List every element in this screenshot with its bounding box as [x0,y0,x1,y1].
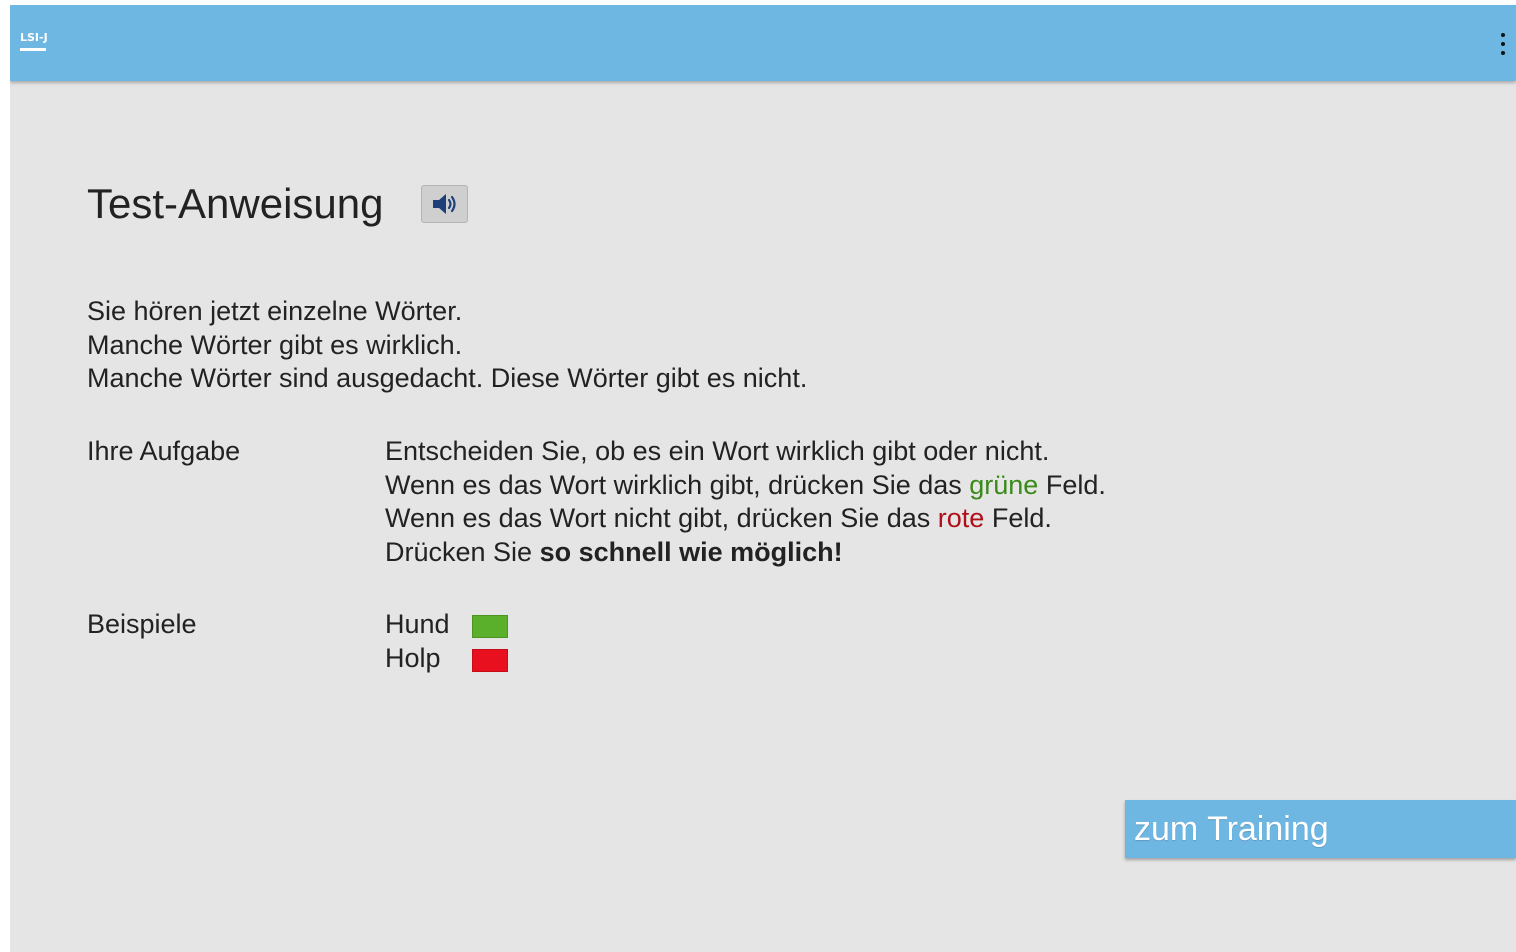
example-word: Hund [385,609,450,639]
menu-dot [1501,51,1505,55]
intro-line: Manche Wörter gibt es wirklich. [87,329,463,360]
app-logo-underline [20,48,46,51]
more-vertical-icon[interactable] [1496,31,1510,57]
examples-list: Hund Holp [385,608,508,676]
green-word: grüne [969,469,1039,500]
page-title: Test-Anweisung [87,180,384,227]
app-bar: LSI-J [10,5,1516,81]
start-training-button[interactable]: zum Training [1125,800,1516,858]
task-line-3-end: Feld. [984,503,1052,533]
red-word: rote [937,503,985,533]
task-instructions: Entscheiden Sie, ob es ein Wort wirklich… [385,435,1106,569]
task-line-2-text: Wenn es das Wort wirklich gibt, drücken … [385,469,970,500]
task-line-4: Drücken Sie so schnell wie möglich! [385,536,1106,570]
task-line-1: Entscheiden Sie, ob es ein Wort wirklich… [385,436,1050,466]
intro-text: Sie hören jetzt einzelne Wörter. Manche … [87,295,807,396]
intro-line: Manche Wörter sind ausgedacht. Diese Wör… [87,363,808,393]
speaker-icon [432,194,456,214]
app-screen: LSI-J Test-Anweisung Sie hören jetzt ein… [10,5,1516,952]
task-line-2: Wenn es das Wort wirklich gibt, drücken … [385,469,1106,503]
task-label: Ihre Aufgabe [87,436,241,466]
task-emphasis: so schnell wie möglich! [539,536,843,567]
play-audio-button[interactable] [421,185,468,223]
task-line-4-text: Drücken Sie [385,536,540,567]
app-logo-text: LSI-J [20,31,48,44]
menu-dot [1501,42,1505,46]
task-line-3-text: Wenn es das Wort nicht gibt, drücken Sie… [385,503,938,533]
intro-line: Sie hören jetzt einzelne Wörter. [87,296,463,326]
examples-label: Beispiele [87,609,197,639]
task-line-3: Wenn es das Wort nicht gibt, drücken Sie… [385,502,1106,536]
green-field-swatch [472,615,508,638]
app-logo: LSI-J [20,32,48,56]
menu-dot [1501,33,1505,37]
example-word: Holp [385,642,441,673]
task-line-2-end: Feld. [1038,469,1106,500]
example-row: Holp [385,642,508,676]
red-field-swatch [472,648,508,672]
example-row: Hund [385,608,508,642]
